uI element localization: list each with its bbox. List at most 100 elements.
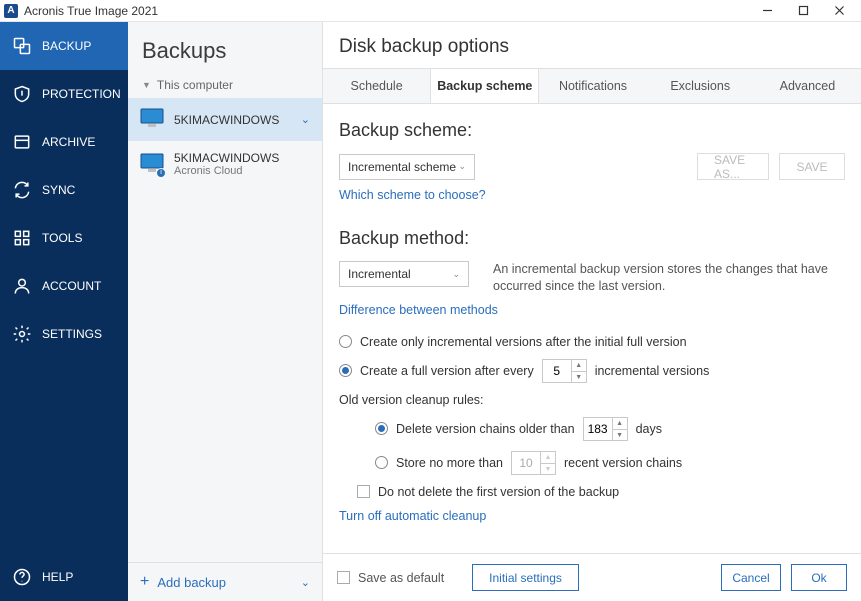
radio-full-after-n[interactable]: Create a full version after every ▲▼ inc…	[339, 359, 845, 383]
nav-sync[interactable]: SYNC	[0, 166, 128, 214]
tabs: Schedule Backup scheme Notifications Exc…	[323, 68, 861, 104]
radio-icon	[339, 364, 352, 377]
method-heading: Backup method:	[339, 228, 845, 249]
nav-backup[interactable]: BACKUP	[0, 22, 128, 70]
backup-name: 5KIMACWINDOWS	[174, 151, 279, 165]
backup-name: 5KIMACWINDOWS	[174, 113, 279, 127]
nav-help[interactable]: HELP	[0, 553, 128, 601]
radio-icon	[339, 335, 352, 348]
minimize-button[interactable]	[759, 3, 775, 19]
checkbox-icon	[357, 485, 370, 498]
label-prefix: Store no more than	[396, 456, 503, 470]
tab-advanced[interactable]: Advanced	[754, 69, 861, 103]
chevron-down-icon: ⌄	[452, 269, 460, 280]
tab-exclusions[interactable]: Exclusions	[647, 69, 754, 103]
days-input[interactable]: ▲▼	[583, 417, 628, 441]
save-as-button[interactable]: SAVE AS...	[697, 153, 769, 180]
spin-down-icon[interactable]: ▼	[572, 371, 586, 383]
chevron-down-icon[interactable]: ⌄	[301, 113, 310, 126]
label-suffix: days	[636, 422, 662, 436]
chk-label: Do not delete the first version of the b…	[378, 485, 619, 499]
cancel-button[interactable]: Cancel	[721, 564, 781, 591]
chk-no-delete-first[interactable]: Do not delete the first version of the b…	[357, 485, 845, 499]
nav-label: PROTECTION	[42, 87, 121, 101]
nav-tools[interactable]: TOOLS	[0, 214, 128, 262]
content-footer: Save as default Initial settings Cancel …	[323, 553, 861, 601]
backup-item-selected[interactable]: 5KIMACWINDOWS ⌄	[128, 98, 322, 141]
add-backup-row[interactable]: + Add backup ⌄	[128, 562, 322, 601]
nav-settings[interactable]: SETTINGS	[0, 310, 128, 358]
nav-label: ACCOUNT	[42, 279, 101, 293]
radio-label-prefix: Create a full version after every	[360, 364, 534, 378]
help-icon	[12, 567, 32, 587]
nav-label: HELP	[42, 570, 73, 584]
backup-list-column: Backups ▼ This computer 5KIMACWINDOWS ⌄ …	[128, 22, 323, 601]
spin-down-icon[interactable]: ▼	[613, 429, 627, 441]
method-description: An incremental backup version stores the…	[493, 261, 833, 295]
which-scheme-link[interactable]: Which scheme to choose?	[339, 188, 845, 202]
gear-icon	[12, 324, 32, 344]
list-header: Backups	[128, 22, 322, 72]
radio-icon	[375, 422, 388, 435]
radio-delete-older[interactable]: Delete version chains older than ▲▼ days	[375, 417, 845, 441]
method-combo[interactable]: Incremental ⌄	[339, 261, 469, 287]
spin-up-icon[interactable]: ▲	[572, 359, 586, 371]
plus-icon: +	[140, 573, 149, 591]
close-button[interactable]	[831, 3, 847, 19]
title-bar: A Acronis True Image 2021	[0, 0, 861, 22]
nav-label: TOOLS	[42, 231, 82, 245]
label-suffix: recent version chains	[564, 456, 682, 470]
nav-archive[interactable]: ARCHIVE	[0, 118, 128, 166]
label-prefix: Delete version chains older than	[396, 422, 575, 436]
list-section-this-computer[interactable]: ▼ This computer	[128, 72, 322, 98]
cleanup-rules-header: Old version cleanup rules:	[339, 393, 845, 407]
maximize-button[interactable]	[795, 3, 811, 19]
scheme-heading: Backup scheme:	[339, 120, 845, 141]
radio-store-no-more[interactable]: Store no more than ▲▼ recent version cha…	[375, 451, 845, 475]
monitor-cloud-icon: i	[140, 153, 164, 176]
app-logo: A	[4, 4, 18, 18]
spin-up-icon[interactable]: ▲	[613, 417, 627, 429]
nav-label: ARCHIVE	[42, 135, 95, 149]
chains-input[interactable]: ▲▼	[511, 451, 556, 475]
archive-icon	[12, 132, 32, 152]
num-field[interactable]	[512, 456, 540, 470]
save-default-label: Save as default	[358, 571, 444, 585]
scheme-combo-value: Incremental scheme	[348, 160, 456, 174]
chevron-down-icon[interactable]: ⌄	[301, 576, 310, 589]
shield-icon	[12, 84, 32, 104]
monitor-icon	[140, 108, 164, 131]
diff-methods-link[interactable]: Difference between methods	[339, 303, 845, 317]
nav-label: SYNC	[42, 183, 75, 197]
radio-label-suffix: incremental versions	[595, 364, 710, 378]
backup-item-cloud[interactable]: i 5KIMACWINDOWS Acronis Cloud	[128, 141, 322, 187]
app-title: Acronis True Image 2021	[24, 4, 158, 18]
tab-backup-scheme[interactable]: Backup scheme	[430, 69, 539, 103]
add-backup-label: Add backup	[157, 575, 226, 590]
grid-icon	[12, 228, 32, 248]
page-title: Disk backup options	[323, 22, 861, 68]
initial-settings-button[interactable]: Initial settings	[472, 564, 579, 591]
tab-notifications[interactable]: Notifications	[539, 69, 646, 103]
tab-schedule[interactable]: Schedule	[323, 69, 430, 103]
backup-text: 5KIMACWINDOWS Acronis Cloud	[174, 151, 279, 177]
scheme-combo[interactable]: Incremental scheme ⌄	[339, 154, 475, 180]
content-area: Disk backup options Schedule Backup sche…	[323, 22, 861, 601]
num-field[interactable]	[584, 422, 612, 436]
num-field[interactable]	[543, 364, 571, 378]
radio-label: Create only incremental versions after t…	[360, 335, 687, 349]
ok-button[interactable]: Ok	[791, 564, 847, 591]
checkbox-icon[interactable]	[337, 571, 350, 584]
caret-down-icon: ▼	[142, 80, 151, 90]
spin-down-icon[interactable]: ▼	[541, 463, 555, 475]
nav-account[interactable]: ACCOUNT	[0, 262, 128, 310]
sync-icon	[12, 180, 32, 200]
spin-up-icon[interactable]: ▲	[541, 451, 555, 463]
nav-protection[interactable]: PROTECTION	[0, 70, 128, 118]
save-button[interactable]: SAVE	[779, 153, 845, 180]
full-after-n-input[interactable]: ▲▼	[542, 359, 587, 383]
radio-icon	[375, 456, 388, 469]
radio-only-incremental[interactable]: Create only incremental versions after t…	[339, 335, 845, 349]
person-icon	[12, 276, 32, 296]
turn-off-cleanup-link[interactable]: Turn off automatic cleanup	[339, 509, 845, 523]
